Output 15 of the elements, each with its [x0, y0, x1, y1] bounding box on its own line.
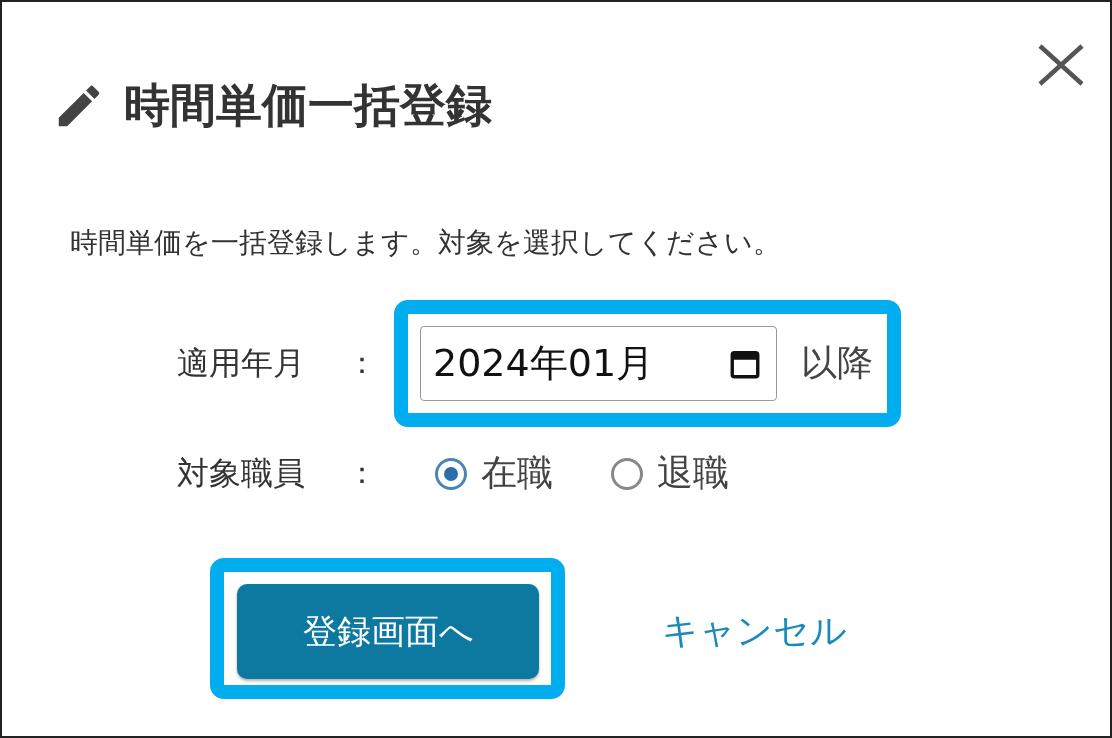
radio-option[interactable]: 在職 [435, 449, 553, 498]
cancel-link[interactable]: キャンセル [662, 610, 847, 651]
radio-button[interactable] [611, 457, 643, 490]
field-label: 対象職員 [177, 452, 306, 494]
field-label: 適用年月 [177, 342, 306, 384]
radio-button[interactable] [435, 457, 467, 490]
date-input[interactable]: 2024年01月 [420, 326, 777, 401]
suffix-text: 以降 [801, 341, 873, 385]
colon-separator: ： [347, 344, 378, 382]
dialog-title: 時間単価一括登録 [124, 77, 492, 134]
register-button[interactable]: 登録画面へ [237, 584, 539, 679]
colon-separator: ： [347, 454, 378, 492]
description-text: 時間単価を一括登録します。対象を選択してください。 [70, 225, 782, 261]
radio-option[interactable]: 退職 [611, 449, 729, 498]
close-icon[interactable] [1037, 44, 1085, 86]
